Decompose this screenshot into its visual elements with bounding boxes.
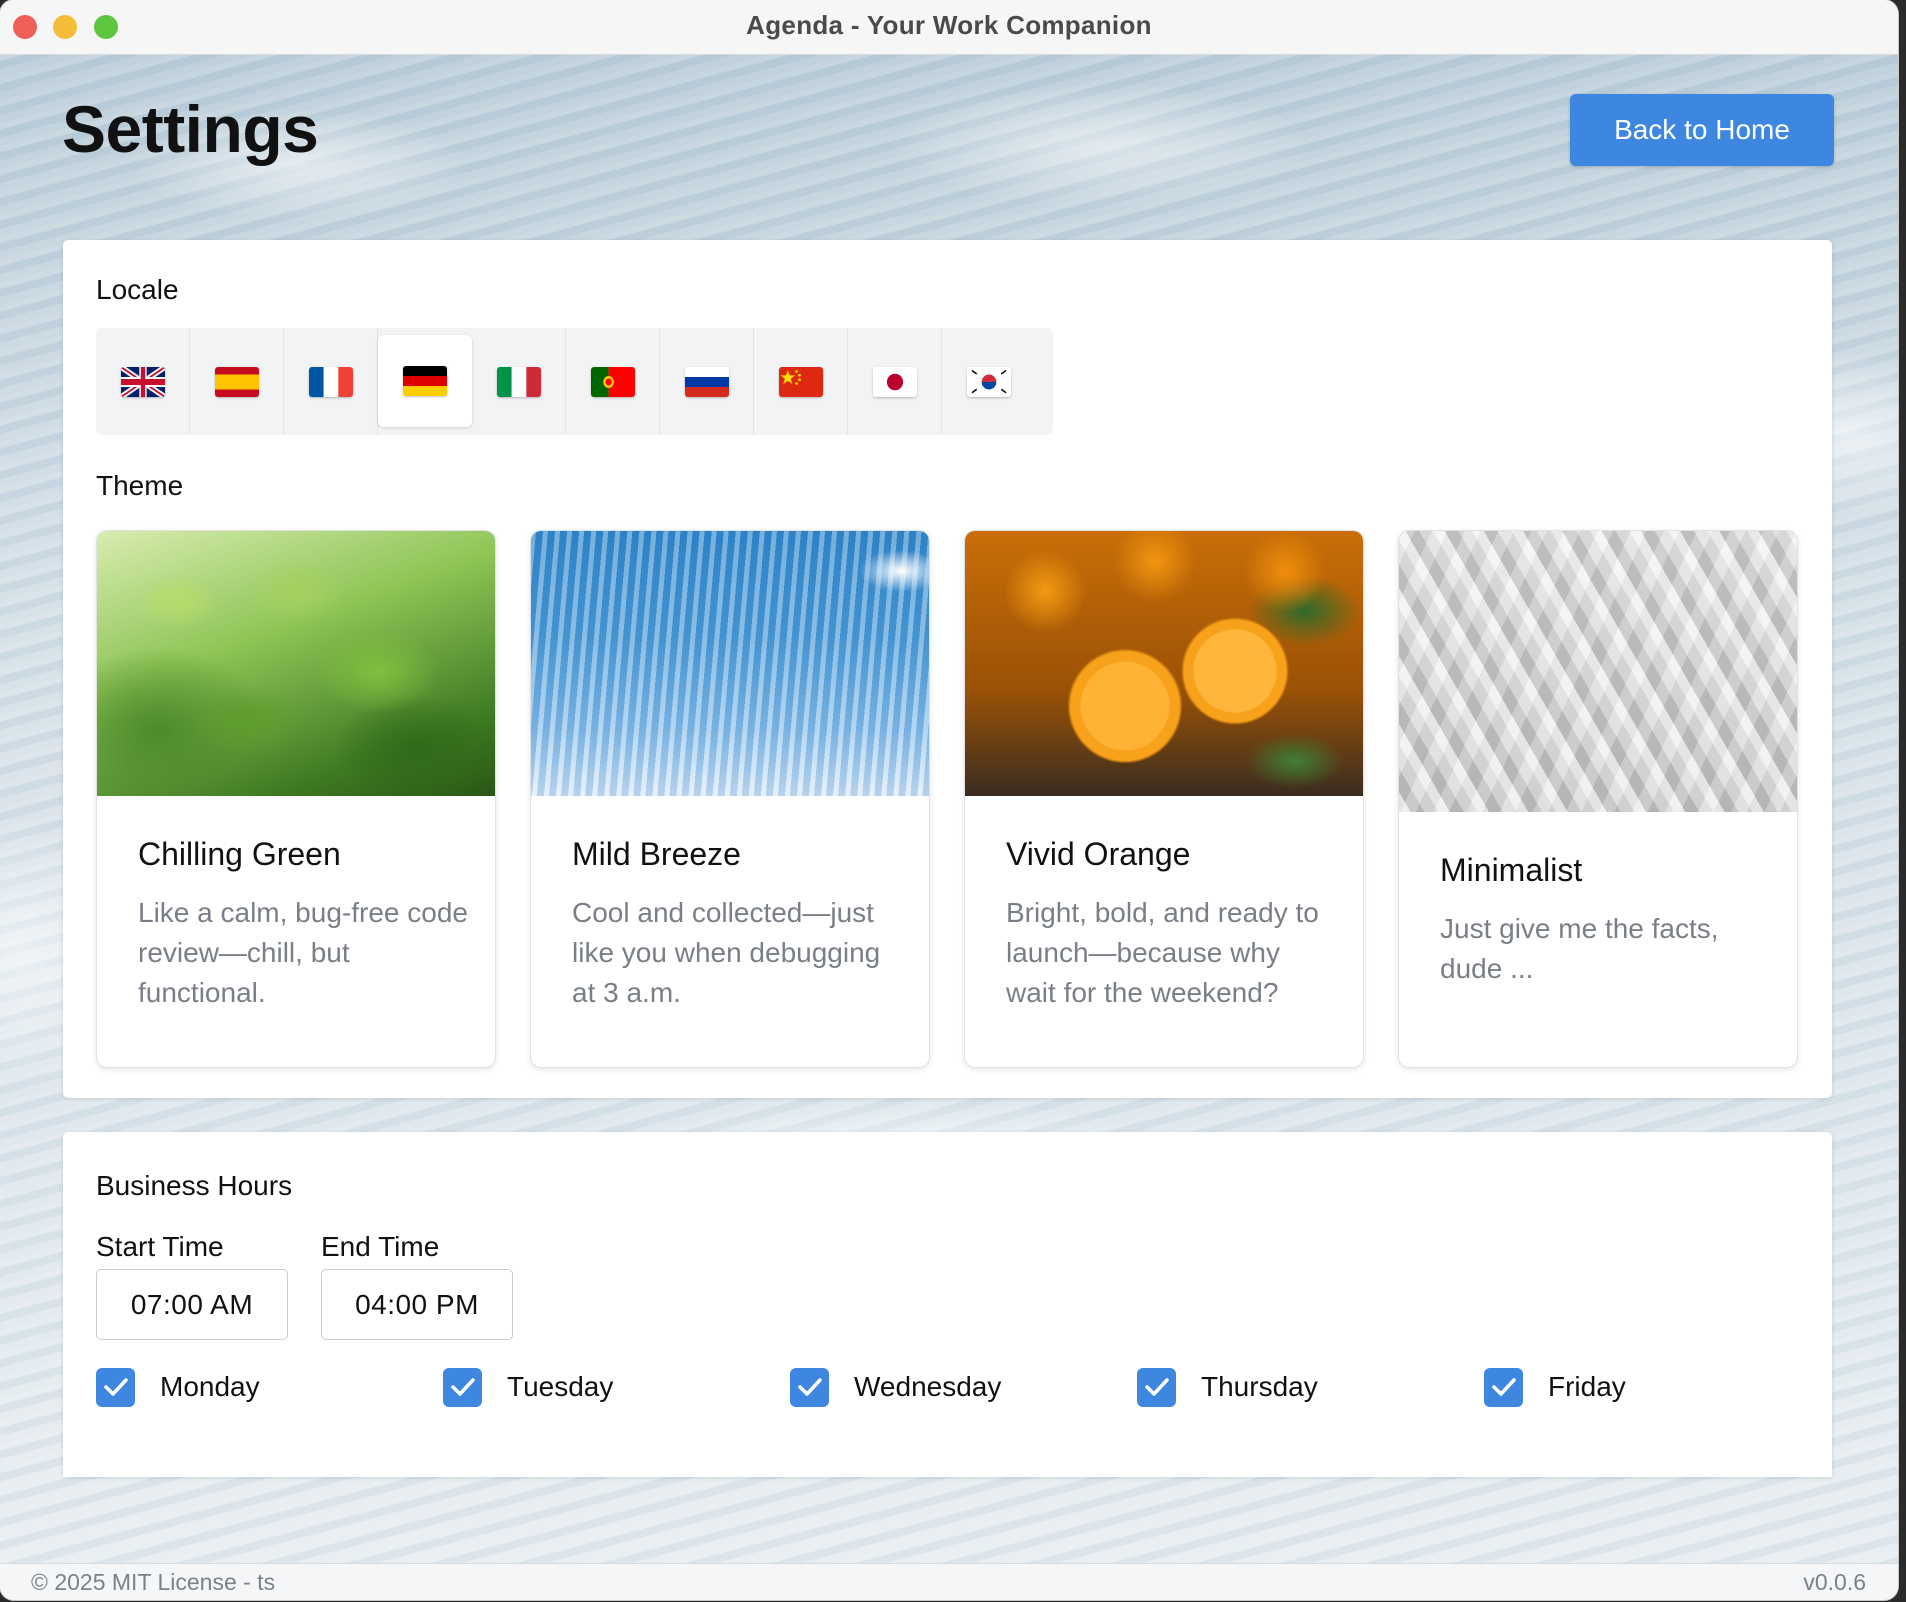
locale-option-it[interactable] <box>472 328 566 435</box>
end-time-input[interactable] <box>321 1269 513 1340</box>
business-hours-label: Business Hours <box>96 1170 293 1201</box>
theme-label: Theme <box>96 470 184 501</box>
end-time-label: End Time <box>321 1231 440 1262</box>
theme-name: Mild Breeze <box>572 836 741 872</box>
checkmark-icon <box>103 1378 128 1396</box>
checkbox-checked[interactable] <box>1484 1367 1523 1407</box>
locale-option-gb[interactable] <box>96 328 190 435</box>
china-flag-icon <box>778 366 823 397</box>
theme-card-chilling-green[interactable]: Chilling Green Like a calm, bug-free cod… <box>96 530 496 1068</box>
title-bar: Agenda - Your Work Companion <box>0 0 1898 55</box>
uk-flag-icon <box>120 366 165 397</box>
settings-page: Settings Back to Home Locale Theme Chill… <box>0 55 1898 1564</box>
theme-card-vivid-orange[interactable]: Vivid Orange Bright, bold, and ready to … <box>964 530 1364 1068</box>
theme-name: Minimalist <box>1440 852 1583 888</box>
back-to-home-button[interactable]: Back to Home <box>1570 94 1834 166</box>
japan-flag-icon <box>872 366 917 397</box>
checkmark-icon <box>1491 1378 1516 1396</box>
italy-flag-icon <box>496 366 541 397</box>
locale-option-de[interactable] <box>378 335 472 427</box>
locale-option-fr[interactable] <box>284 328 378 435</box>
gray-brushstrokes-image <box>1399 531 1797 812</box>
spain-flag-icon <box>214 366 259 397</box>
checkmark-icon <box>1144 1378 1169 1396</box>
locale-option-jp[interactable] <box>848 328 942 435</box>
germany-flag-icon <box>403 366 447 396</box>
day-tuesday[interactable]: Tuesday <box>443 1367 613 1407</box>
theme-name: Chilling Green <box>138 836 341 872</box>
ocean-waves-image <box>531 531 929 796</box>
day-label: Thursday <box>1201 1371 1318 1402</box>
oranges-image <box>965 531 1363 796</box>
locale-option-cn[interactable] <box>754 328 848 435</box>
start-time-input[interactable] <box>96 1269 288 1340</box>
theme-description: Cool and collected—just like you when de… <box>572 897 881 1008</box>
france-flag-icon <box>308 366 353 397</box>
day-label: Tuesday <box>507 1371 614 1402</box>
theme-name: Vivid Orange <box>1006 836 1191 872</box>
start-time-label: Start Time <box>96 1231 224 1262</box>
checkmark-icon <box>450 1378 475 1396</box>
checkbox-checked[interactable] <box>790 1367 829 1407</box>
locale-selector <box>96 328 1053 435</box>
footer: © 2025 MIT License - ts v0.0.6 <box>0 1563 1898 1600</box>
locale-option-pt[interactable] <box>566 328 660 435</box>
russia-flag-icon <box>684 366 729 397</box>
checkbox-checked[interactable] <box>96 1367 135 1407</box>
theme-description: Like a calm, bug-free code review—chill,… <box>138 897 468 1008</box>
day-label: Wednesday <box>854 1371 1002 1402</box>
checkbox-checked[interactable] <box>443 1367 482 1407</box>
locale-option-ru[interactable] <box>660 328 754 435</box>
day-thursday[interactable]: Thursday <box>1137 1367 1318 1407</box>
locale-option-es[interactable] <box>190 328 284 435</box>
locale-option-kr[interactable] <box>942 328 1036 435</box>
theme-card-minimalist[interactable]: Minimalist Just give me the facts, dude … <box>1398 530 1798 1068</box>
version-text: v0.0.6 <box>1803 1569 1866 1595</box>
day-friday[interactable]: Friday <box>1484 1367 1626 1407</box>
day-monday[interactable]: Monday <box>96 1367 260 1407</box>
leaves-image <box>97 531 495 796</box>
business-hours-panel: Business Hours Start Time End Time Monda… <box>63 1132 1832 1477</box>
app-window: Agenda - Your Work Companion Settings Ba… <box>0 0 1898 1600</box>
appearance-panel: Locale Theme Chilling Green Like a calm,… <box>63 240 1832 1098</box>
portugal-flag-icon <box>590 366 635 397</box>
day-label: Monday <box>160 1371 260 1402</box>
day-label: Friday <box>1548 1371 1626 1402</box>
theme-card-mild-breeze[interactable]: Mild Breeze Cool and collected—just like… <box>530 530 930 1068</box>
window-title: Agenda - Your Work Companion <box>746 10 1152 40</box>
day-wednesday[interactable]: Wednesday <box>790 1367 1001 1407</box>
checkmark-icon <box>797 1378 822 1396</box>
page-title: Settings <box>62 92 319 166</box>
license-text: © 2025 MIT License - ts <box>31 1569 276 1595</box>
checkbox-checked[interactable] <box>1137 1367 1176 1407</box>
theme-description: Just give me the facts, dude ... <box>1440 913 1719 984</box>
korea-flag-icon <box>967 366 1011 397</box>
theme-description: Bright, bold, and ready to launch—becaus… <box>1006 897 1319 1008</box>
locale-label: Locale <box>96 274 179 305</box>
